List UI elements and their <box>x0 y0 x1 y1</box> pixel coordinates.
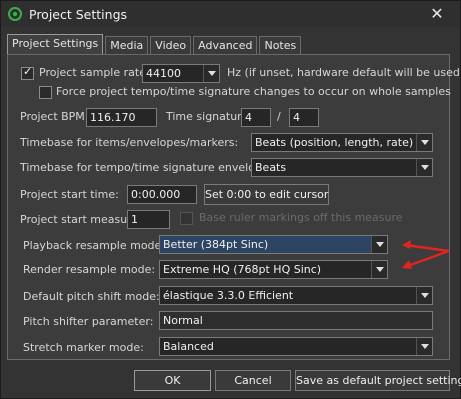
playback-resample-select[interactable]: Better (384pt Sinc) <box>159 235 388 254</box>
chevron-down-icon <box>371 261 387 278</box>
chevron-down-icon <box>416 134 432 151</box>
timebase-items-value: Beats (position, length, rate) <box>255 136 414 149</box>
start-time-input[interactable]: 0:00.000 <box>127 185 197 204</box>
stretch-marker-value: Balanced <box>163 340 214 353</box>
close-icon[interactable]: ✕ <box>427 4 447 24</box>
start-time-label: Project start time: <box>20 188 119 201</box>
time-signature-label: Time signature <box>166 110 249 123</box>
time-signature-denominator[interactable]: 4 <box>289 108 319 127</box>
sample-rate-value: 44100 <box>146 67 181 80</box>
bpm-input[interactable]: 116.170 <box>86 108 157 127</box>
project-settings-window: Project Settings ✕ Project Settings Medi… <box>0 0 461 399</box>
render-resample-label: Render resample mode: <box>23 263 156 276</box>
timebase-items-label: Timebase for items/envelopes/markers: <box>20 136 239 149</box>
pitch-param-field[interactable]: Normal <box>159 311 433 330</box>
cancel-button[interactable]: Cancel <box>215 370 291 391</box>
force-tempo-label: Force project tempo/time signature chang… <box>56 85 451 98</box>
pitch-shift-value: élastique 3.3.0 Efficient <box>163 289 294 302</box>
annotation-arrow-render <box>404 249 450 269</box>
chevron-down-icon <box>416 159 432 176</box>
time-signature-numerator[interactable]: 4 <box>241 108 271 127</box>
timebase-items-select[interactable]: Beats (position, length, rate) <box>251 133 433 152</box>
sample-rate-checkbox[interactable] <box>21 65 34 80</box>
timebase-tempo-label: Timebase for tempo/time signature envelo… <box>20 161 273 174</box>
render-resample-value: Extreme HQ (768pt HQ Sinc) <box>163 263 322 276</box>
force-tempo-checkbox[interactable] <box>39 86 52 99</box>
annotation-arrows <box>402 240 450 269</box>
ok-button[interactable]: OK <box>134 370 211 391</box>
tab-strip: Project Settings Media Video Advanced No… <box>7 34 303 55</box>
pitch-shift-label: Default pitch shift mode: <box>23 290 160 303</box>
chevron-down-icon <box>371 236 387 253</box>
sample-rate-label: Project sample rate: <box>39 66 150 79</box>
base-ruler-label: Base ruler markings off this measure <box>199 211 403 224</box>
pitch-param-label: Pitch shifter parameter: <box>23 315 154 328</box>
playback-resample-label: Playback resample mode: <box>23 239 166 252</box>
time-signature-separator: / <box>277 110 281 123</box>
render-resample-select[interactable]: Extreme HQ (768pt HQ Sinc) <box>159 260 388 279</box>
tab-video[interactable]: Video <box>150 36 192 55</box>
stretch-marker-label: Stretch marker mode: <box>23 341 144 354</box>
pitch-shift-select[interactable]: élastique 3.3.0 Efficient <box>159 286 433 305</box>
window-title: Project Settings <box>29 6 128 22</box>
reaper-app-icon <box>7 6 23 22</box>
sample-rate-select[interactable]: 44100 <box>142 64 220 83</box>
start-measure-label: Project start measure: <box>20 213 142 226</box>
start-measure-input[interactable]: 1 <box>127 210 170 229</box>
bpm-label: Project BPM: <box>20 110 89 123</box>
annotation-arrow-playback <box>404 243 450 253</box>
tab-project-settings[interactable]: Project Settings <box>7 34 104 55</box>
sample-rate-hint: Hz (if unset, hardware default will be u… <box>227 66 461 79</box>
timebase-tempo-select[interactable]: Beats <box>251 158 433 177</box>
playback-resample-value: Better (384pt Sinc) <box>163 238 269 251</box>
timebase-tempo-value: Beats <box>255 161 287 174</box>
tab-media[interactable]: Media <box>105 36 149 55</box>
chevron-down-icon <box>203 65 219 82</box>
save-default-button[interactable]: Save as default project settings <box>295 370 461 391</box>
base-ruler-checkbox[interactable] <box>180 212 193 225</box>
chevron-down-icon <box>416 287 432 304</box>
tab-notes[interactable]: Notes <box>259 36 302 55</box>
set-to-edit-cursor-button[interactable]: Set 0:00 to edit cursor <box>204 184 329 205</box>
chevron-down-icon <box>416 338 432 355</box>
title-bar: Project Settings ✕ <box>1 1 460 27</box>
tab-advanced[interactable]: Advanced <box>193 36 258 55</box>
stretch-marker-select[interactable]: Balanced <box>159 337 433 356</box>
